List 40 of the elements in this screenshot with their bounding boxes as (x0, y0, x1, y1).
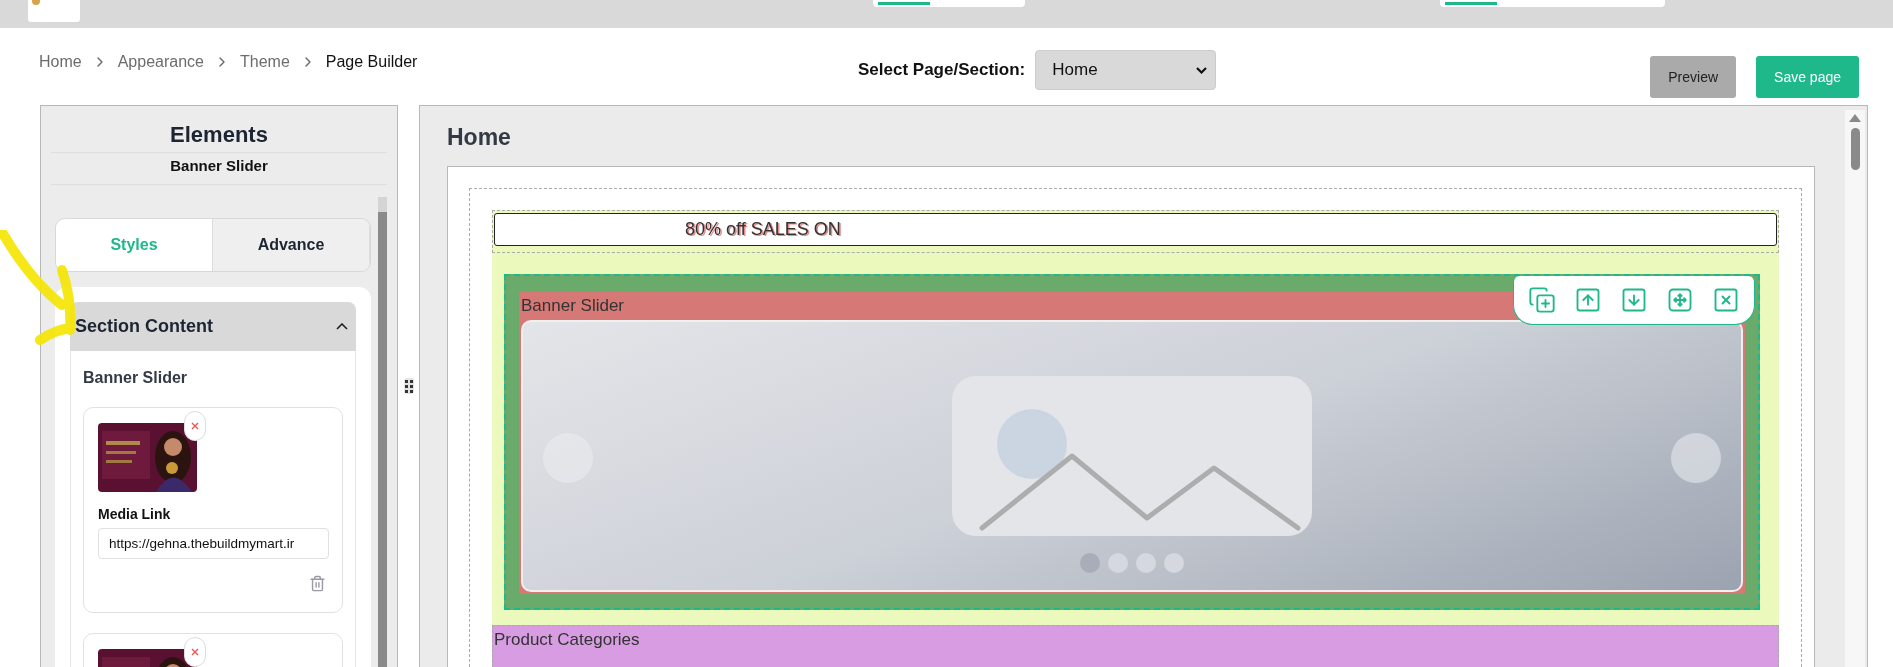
section-header[interactable]: Section Content (70, 302, 356, 351)
header-tab[interactable] (1440, 0, 1665, 7)
section-heading: Banner Slider (83, 369, 189, 387)
panel-title: Elements (51, 106, 387, 153)
announcement-bar: 80% off SALES ON (494, 213, 1777, 246)
slide-dot[interactable] (1108, 553, 1128, 573)
chevron-down-icon (1196, 66, 1208, 74)
chevron-up-icon (336, 323, 348, 330)
trash-icon[interactable] (309, 575, 326, 592)
close-icon (191, 648, 199, 656)
logo[interactable] (28, 0, 80, 22)
remove-button[interactable] (184, 411, 206, 441)
section-label: Product Categories (494, 630, 640, 649)
breadcrumb-link[interactable]: Appearance (117, 53, 204, 71)
image-placeholder-icon (952, 376, 1312, 536)
breadcrumb-link[interactable]: Home (39, 53, 82, 71)
breadcrumb-link[interactable]: Theme (240, 53, 290, 71)
slide-dot[interactable] (1080, 553, 1100, 573)
panel-subtitle: Banner Slider (51, 153, 387, 185)
next-button[interactable] (1671, 433, 1721, 483)
remove-button[interactable] (184, 637, 206, 667)
close-icon (191, 422, 199, 430)
select-label: Select Page/Section: (858, 60, 1026, 80)
breadcrumb-link[interactable]: Page Builder (325, 53, 418, 71)
header-tab[interactable] (873, 0, 1025, 7)
preview-button[interactable]: Preview (1650, 56, 1737, 98)
scrollbar[interactable] (378, 197, 387, 667)
slide-dot[interactable] (1164, 553, 1184, 573)
scrollbar[interactable] (1845, 110, 1865, 667)
scroll-up-icon[interactable] (1849, 114, 1861, 122)
field-label: Media Link (98, 506, 172, 522)
scroll-thumb[interactable] (1850, 128, 1860, 170)
canvas-title: Home (447, 123, 512, 152)
page-select[interactable]: Home (1035, 50, 1217, 90)
resize-handle[interactable] (403, 378, 414, 394)
media-link-field[interactable]: https://gehna.thebuildmymart.ir (98, 528, 329, 559)
banner-slider-section[interactable]: Banner Slider (504, 274, 1760, 610)
section-label: Banner Slider (521, 295, 624, 317)
product-categories-section[interactable]: Product Categories (492, 625, 1779, 667)
slide-dot[interactable] (1136, 553, 1156, 573)
